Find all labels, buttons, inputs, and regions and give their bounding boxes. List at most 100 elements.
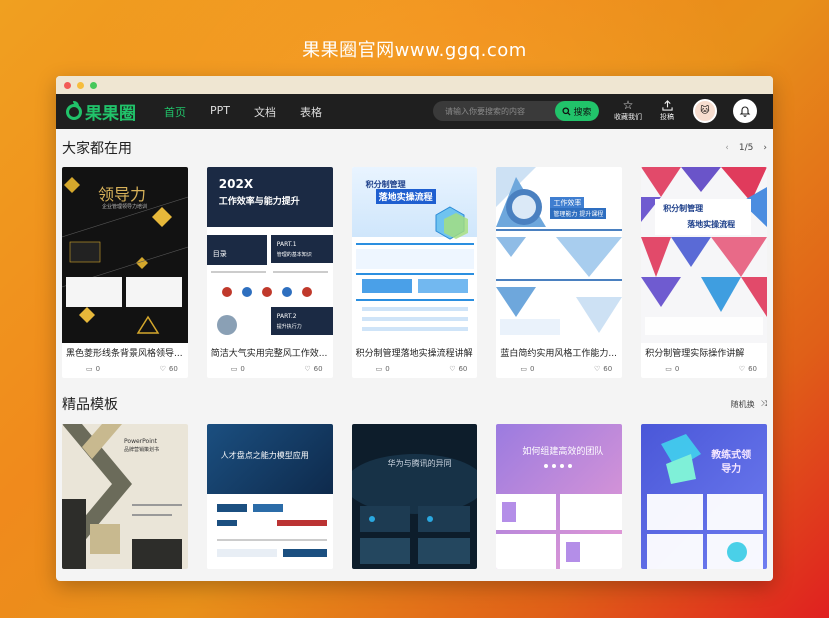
card-title: 积分制管理落地实操流程讲解: [355, 349, 473, 359]
section-featured-header: 精品模板 随机换 ⤨: [56, 384, 773, 424]
submit-button[interactable]: 投稿: [660, 98, 674, 122]
thumb-headline-2: 导力: [721, 464, 742, 475]
brand-name: 果果圈: [85, 104, 136, 124]
template-card[interactable]: 教练式领 导力: [641, 424, 767, 569]
page-indicator: 1/5: [738, 143, 754, 153]
window-titlebar: [56, 76, 773, 94]
star-icon: ☆: [622, 98, 634, 112]
card-thumbnail: PowerPoint 品牌营销策划书: [62, 424, 188, 569]
comment-icon: ▭: [665, 365, 672, 373]
section-popular-header: 大家都在用 ‹ 1/5 ›: [56, 129, 773, 167]
browser-window: 果果圈 首页 PPT 文档 表格 搜索 ☆ 收藏我们 投稿 🐱: [56, 76, 773, 581]
heart-icon: ♡: [159, 365, 166, 373]
comment-icon: ▭: [520, 365, 528, 373]
thumb-part2-sub: 提升执行力: [276, 324, 302, 330]
template-card[interactable]: 华为与腾讯的异同: [351, 424, 478, 569]
like-count[interactable]: ♡ 60: [739, 365, 757, 373]
comment-icon: ▭: [86, 365, 93, 373]
card-stats: ▭ 0 ♡ 60: [496, 359, 622, 378]
card-thumbnail: 如何组建高效的团队: [496, 424, 623, 569]
template-card[interactable]: 如何组建高效的团队: [496, 424, 623, 569]
random-refresh-button[interactable]: 随机换 ⤨: [731, 399, 767, 410]
thumb-headline: 202X: [218, 177, 254, 191]
thumb-toc: 目录: [212, 250, 227, 258]
comment-count: ▭ 0: [86, 365, 101, 373]
card-stats: ▭ 0 ♡ 60: [352, 359, 478, 378]
bell-icon: [739, 106, 751, 117]
card-thumbnail: 教练式领 导力: [641, 424, 767, 569]
pager: ‹ 1/5 ›: [725, 143, 767, 153]
template-card[interactable]: 工作效率 管理能力 提升课程 蓝白简约实用风格工作能力... ▭ 0 ♡ 60: [496, 167, 623, 378]
thumb-headline: 如何组建高效的团队: [522, 447, 604, 457]
thumb-headline-2: 落地实操流程: [375, 189, 436, 204]
thumb-subtitle: 品牌营销策划书: [124, 447, 160, 453]
comment-count: ▭ 0: [665, 365, 680, 373]
avatar[interactable]: 🐱: [693, 99, 717, 123]
card-title: 积分制管理实际操作讲解: [645, 349, 745, 359]
thumb-part1-sub: 管理的基本知识: [276, 252, 312, 258]
search-button[interactable]: 搜索: [555, 101, 599, 121]
nav-home[interactable]: 首页: [164, 104, 186, 120]
top-navbar: 果果圈 首页 PPT 文档 表格 搜索 ☆ 收藏我们 投稿 🐱: [56, 94, 773, 129]
heart-icon: ♡: [738, 365, 746, 373]
card-thumbnail: 积分制管理 落地实操流程: [641, 167, 767, 343]
close-dot[interactable]: [64, 81, 71, 89]
thumb-headline-2: 工作效率与能力提升: [218, 197, 300, 207]
card-thumbnail: 工作效率 管理能力 提升课程: [496, 167, 623, 343]
brand-logo[interactable]: 果果圈: [66, 99, 136, 124]
comment-icon: ▭: [230, 365, 238, 373]
logo-icon: [66, 100, 82, 120]
nav-ppt[interactable]: PPT: [210, 104, 230, 120]
heart-icon: ♡: [304, 365, 311, 373]
card-thumbnail: 人才盘点之能力模型应用: [206, 424, 333, 569]
template-card[interactable]: 领导力 企业管理领导力培训 黑色菱形线条背景风格领导... ▭ 0 ♡ 60: [62, 167, 188, 378]
template-card[interactable]: PowerPoint 品牌营销策划书: [62, 424, 188, 569]
favorite-button[interactable]: ☆ 收藏我们: [614, 98, 642, 122]
search-icon: [562, 106, 572, 116]
heart-icon: ♡: [449, 365, 456, 373]
thumb-headline-2: 管理能力 提升课程: [550, 208, 607, 219]
featured-cards: PowerPoint 品牌营销策划书 人才盘点之能力模型应用 华为与腾讯的异同 …: [56, 424, 773, 569]
next-page-icon[interactable]: ›: [763, 143, 767, 153]
template-card[interactable]: 202X 工作效率与能力提升 目录 PART.1 管理的基本知识 PART.2 …: [206, 167, 333, 378]
thumb-headline: 人才盘点之能力模型应用: [220, 451, 309, 460]
comment-icon: ▭: [375, 365, 383, 373]
notification-button[interactable]: [733, 99, 757, 123]
shuffle-icon: ⤨: [760, 399, 767, 408]
thumb-headline: 积分制管理: [663, 204, 704, 213]
heart-icon: ♡: [593, 365, 601, 373]
section-featured-title: 精品模板: [62, 397, 118, 413]
search-button-label: 搜索: [573, 107, 592, 118]
card-thumbnail: 202X 工作效率与能力提升 目录 PART.1 管理的基本知识 PART.2 …: [206, 167, 333, 343]
like-count[interactable]: ♡ 60: [449, 365, 467, 373]
template-card[interactable]: 人才盘点之能力模型应用: [206, 424, 333, 569]
card-thumbnail: 领导力 企业管理领导力培训: [62, 167, 188, 343]
minimize-dot[interactable]: [77, 81, 84, 89]
thumb-subtitle: 企业管理领导力培训: [102, 204, 148, 210]
card-thumbnail: 华为与腾讯的异同: [351, 424, 478, 569]
like-count[interactable]: ♡ 60: [304, 365, 322, 373]
prev-page-icon[interactable]: ‹: [725, 143, 729, 153]
nav-docs[interactable]: 文档: [254, 104, 276, 120]
card-stats: ▭ 0 ♡ 60: [207, 359, 333, 378]
template-card[interactable]: 积分制管理 落地实操流程 积分制管理实际操作讲解 ▭ 0 ♡ 60: [641, 167, 767, 378]
search-box: 搜索: [433, 101, 599, 121]
comment-count: ▭ 0: [375, 365, 390, 373]
like-count[interactable]: ♡ 60: [594, 365, 612, 373]
card-title: 简洁大气实用完整风工作效...: [210, 349, 328, 359]
maximize-dot[interactable]: [90, 81, 97, 89]
template-card[interactable]: 积分制管理 落地实操流程 积分制管理落地实操流程讲解 ▭ 0 ♡ 60: [351, 167, 478, 378]
thumb-headline-2: 落地实操流程: [687, 220, 736, 229]
card-title: 蓝白简约实用风格工作能力...: [500, 349, 617, 359]
nav-sheets[interactable]: 表格: [300, 104, 322, 120]
thumb-headline: 华为与腾讯的异同: [387, 459, 452, 468]
thumb-headline: 教练式领: [711, 450, 752, 461]
upload-icon: [661, 98, 673, 112]
card-stats: ▭ 0 ♡ 60: [641, 359, 767, 378]
thumb-headline: 领导力: [98, 185, 147, 204]
random-label: 随机换: [730, 399, 755, 409]
like-count[interactable]: ♡ 60: [160, 365, 178, 373]
main-nav: 首页 PPT 文档 表格: [164, 104, 346, 120]
search-input[interactable]: [433, 101, 555, 121]
comment-count: ▭ 0: [230, 365, 245, 373]
